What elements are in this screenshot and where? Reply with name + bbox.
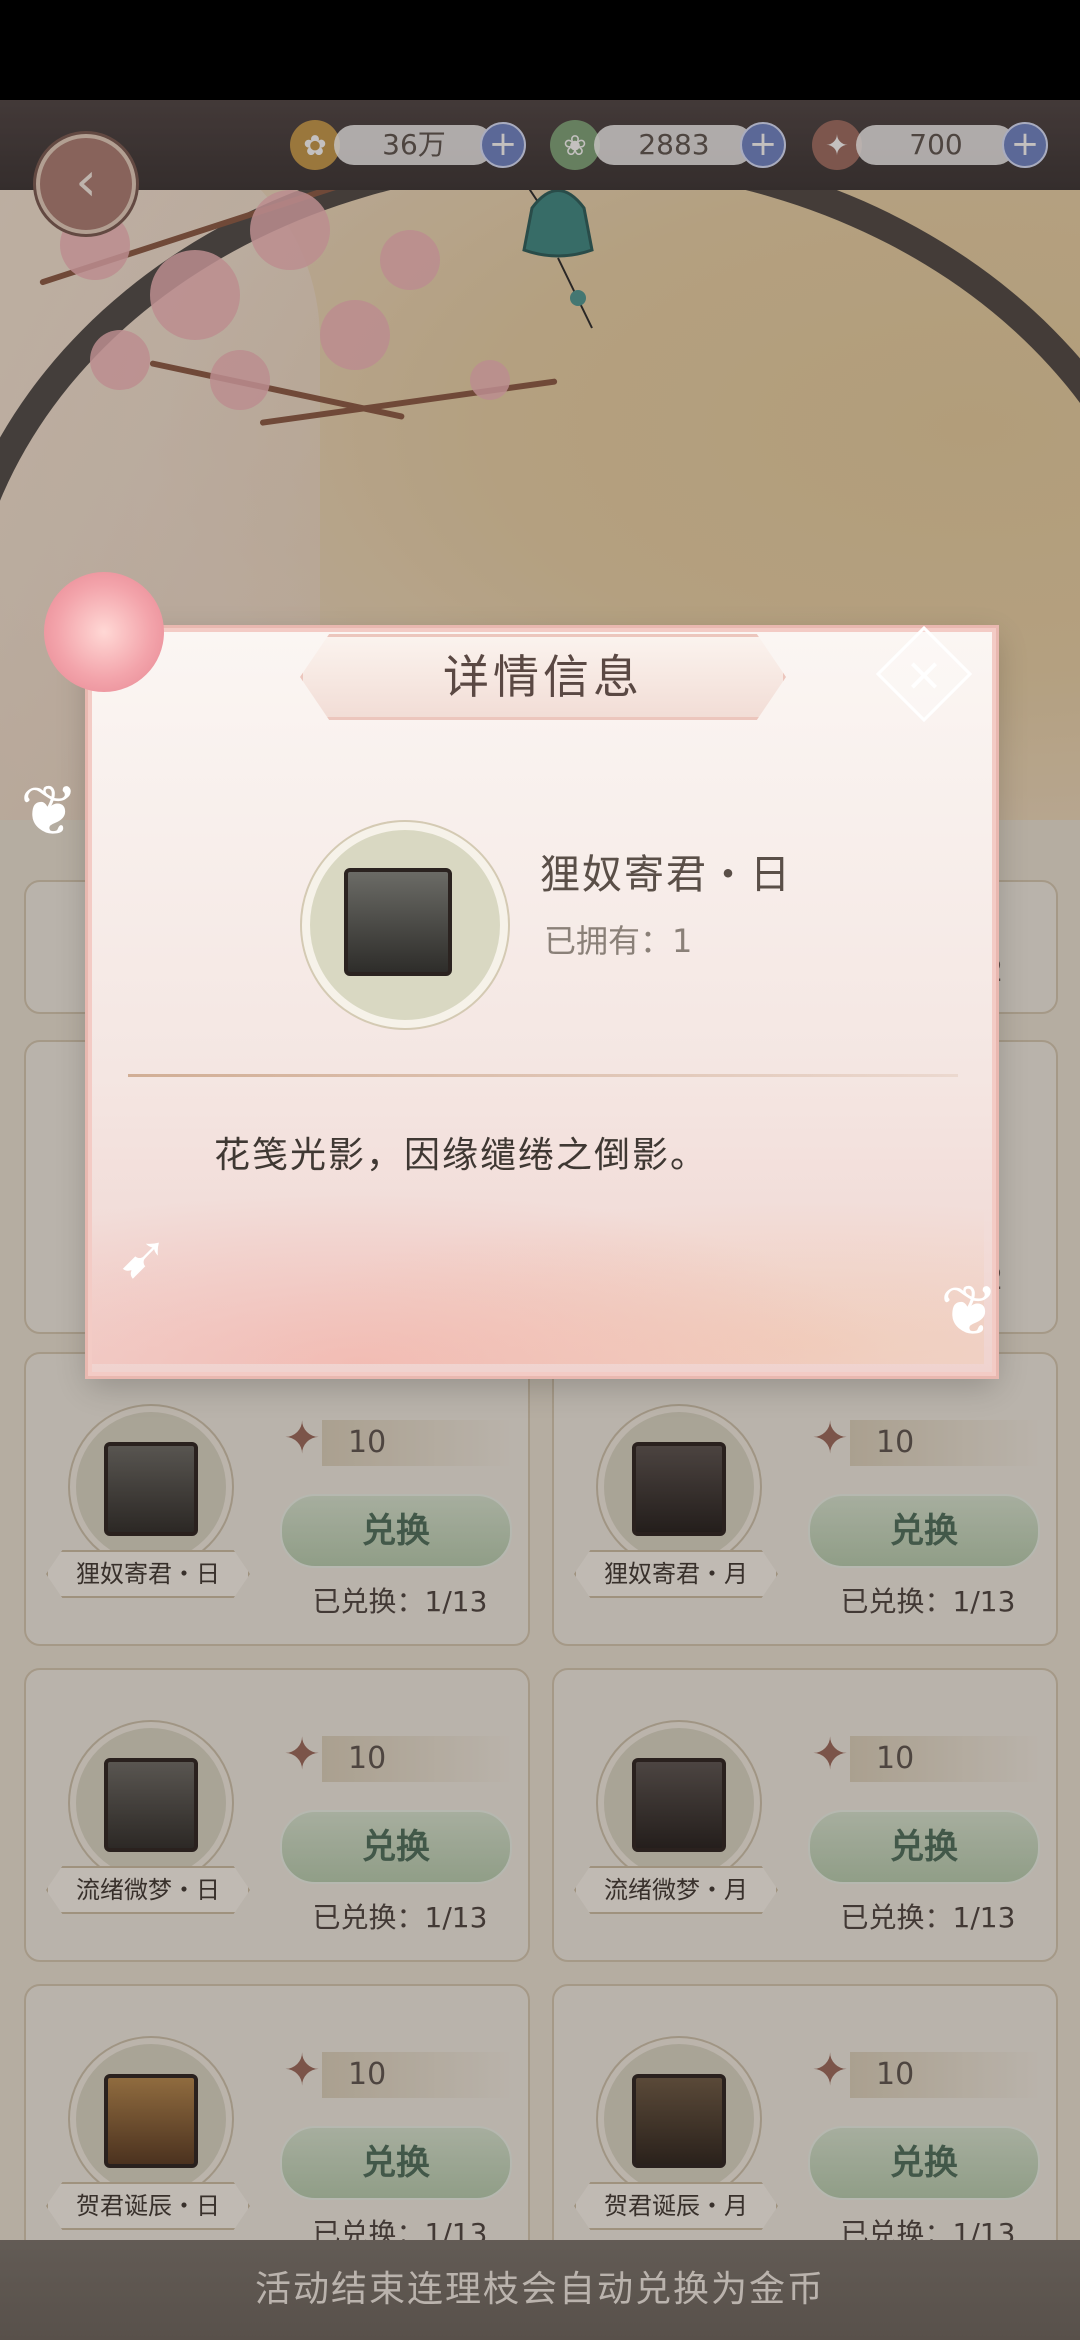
bird-icon: ➹	[118, 1222, 169, 1292]
close-icon: ×	[904, 647, 944, 701]
owned-count: 已拥有：1	[544, 922, 693, 960]
butterfly-icon: ❦	[20, 770, 79, 852]
plum-blossom-icon	[44, 572, 164, 692]
status-bar	[0, 0, 1080, 100]
item-name: 狸奴寄君・日	[540, 852, 792, 898]
divider	[128, 1074, 958, 1077]
decorative-waves	[92, 1160, 984, 1364]
item-thumbnail	[344, 868, 452, 976]
modal-title: 详情信息	[300, 634, 786, 720]
item-description: 花笺光影，因缘缱绻之倒影。	[214, 1135, 709, 1176]
butterfly-icon: ❦	[940, 1270, 999, 1352]
